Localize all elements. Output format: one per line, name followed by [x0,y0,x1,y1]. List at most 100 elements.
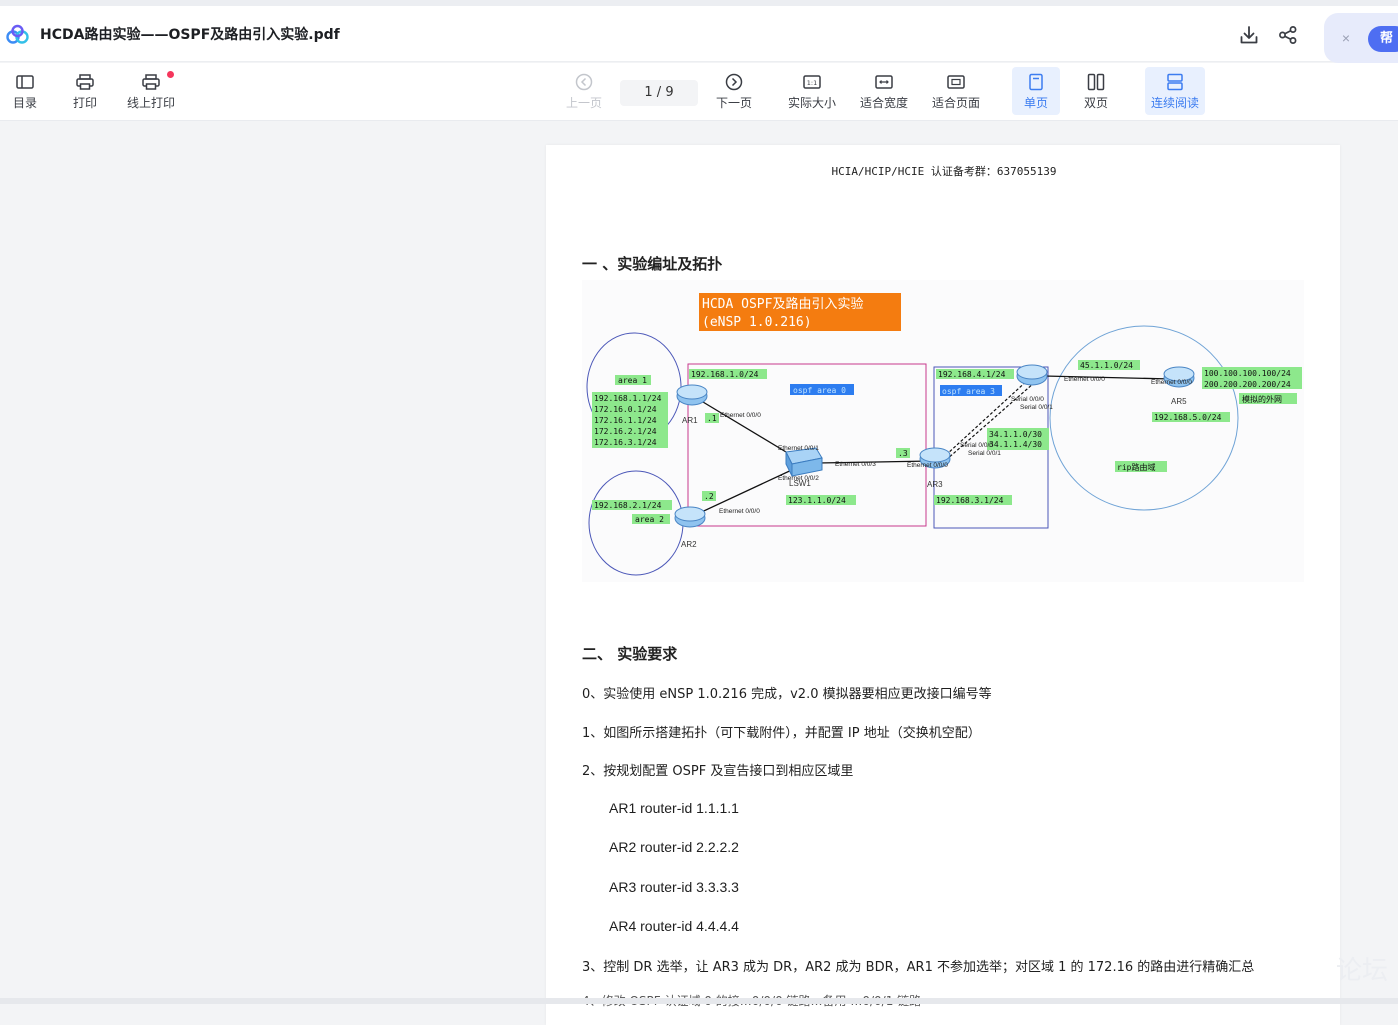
network-label: 172.16.1.1/24 [594,416,657,425]
network-label: 100.100.100.100/24 [1204,369,1291,378]
fit-width-label: 适合宽度 [859,96,908,110]
area3-label: ospf area 3 [942,387,995,396]
port-label: Ethernet 0/0/2 [778,475,819,482]
continuous-reading-label: 连续阅读 [1150,96,1199,110]
continuous-reading-icon [1167,73,1183,91]
port-label: Ethernet 0/0/0 [907,462,948,469]
download-icon[interactable] [1238,24,1260,46]
network-label: 34.1.1.0/30 [989,430,1042,439]
area1-label: area 1 [618,376,647,385]
fit-page-label: 适合页面 [931,96,980,110]
chevron-right-icon [725,73,743,91]
network-label: 192.168.3.1/24 [936,496,1004,505]
page-header: HCIA/HCIP/HCIE 认证备考群：637055139 [831,165,1057,178]
external-label: 模拟的外网 [1242,394,1282,404]
prev-page-button[interactable]: 上一页 [562,67,606,115]
actual-size-button[interactable]: 1:1 实际大小 [786,67,838,115]
chevron-left-icon [575,73,593,91]
toc-icon [16,75,34,89]
network-label: 45.1.1.0/24 [1080,361,1133,370]
node-label: AR5 [1171,397,1187,406]
print-button[interactable]: 打印 [65,67,105,115]
host-id-label: .1 [707,414,717,423]
single-page-button[interactable]: 单页 [1012,67,1060,115]
toc-button[interactable]: 目录 [5,67,45,115]
help-panel: × 帮 [1324,13,1398,63]
pdf-page: HCIA/HCIP/HCIE 认证备考群：637055139 一 、实验编址及拓… [546,145,1340,1025]
double-page-label: 双页 [1083,96,1108,110]
node-label: AR2 [681,540,697,549]
title-bar: HCDA路由实验——OSPF及路由引入实验.pdf × 帮 [0,6,1398,63]
actual-size-icon: 1:1 [803,75,821,89]
port-label: Ethernet 0/0/0 [1064,376,1105,383]
double-page-icon [1087,73,1105,91]
fit-page-button[interactable]: 适合页面 [930,67,982,115]
svg-text:1:1: 1:1 [807,79,817,87]
port-label: Ethernet 0/0/1 [778,445,819,452]
section-heading: 二、 实验要求 [582,645,678,663]
port-label: Ethernet 0/0/3 [835,461,876,468]
print-label: 打印 [72,96,97,110]
actual-size-label: 实际大小 [787,96,836,110]
area0-label: ospf area 0 [793,386,846,395]
printer-icon [142,74,160,90]
network-label: 172.16.2.1/24 [594,427,657,436]
network-label: 192.168.1.1/24 [594,394,662,403]
diagram-subtitle: (eNSP 1.0.216) [702,315,812,330]
fit-width-button[interactable]: 适合宽度 [858,67,910,115]
router-id-line: AR4 router-id 4.4.4.4 [609,918,739,934]
node-label: AR3 [927,480,943,489]
network-label: 192.168.4.1/24 [938,370,1006,379]
single-page-icon [1029,73,1043,91]
single-page-label: 单页 [1023,96,1048,110]
router-id-line: AR2 router-id 2.2.2.2 [609,839,739,855]
network-label: 200.200.200.200/24 [1204,380,1291,389]
host-id-label: .3 [898,449,908,458]
requirement-line: 1、如图所示搭建拓扑（可下载附件），并配置 IP 地址（交换机空配） [582,726,981,741]
network-topology-diagram: HCDA OSPF及路由引入实验 (eNSP 1.0.216) AR1 AR2 … [582,280,1304,582]
router-icon [676,384,708,406]
diagram-title: HCDA OSPF及路由引入实验 [702,296,863,312]
online-print-label: 线上打印 [126,96,175,110]
port-label: Serial 0/0/1 [968,450,1001,457]
share-icon[interactable] [1277,24,1299,46]
rip-label: rip路由域 [1117,462,1155,472]
printer-icon [76,74,94,90]
network-label: 192.168.1.0/24 [691,370,759,379]
page-number-input[interactable]: 1 / 9 [620,80,698,106]
requirement-line: 0、实验使用 eNSP 1.0.216 完成，v2.0 模拟器要相应更改接口编号… [582,687,992,702]
help-button[interactable]: 帮 [1368,26,1398,52]
area2-label: area 2 [635,515,664,524]
section-heading: 一 、实验编址及拓扑 [582,255,723,273]
network-label: 192.168.2.1/24 [594,501,662,510]
requirement-line: 3、控制 DR 选举，让 AR3 成为 DR，AR2 成为 BDR，AR1 不参… [582,960,1255,975]
continuous-reading-button[interactable]: 连续阅读 [1145,67,1205,115]
node-label: AR1 [682,416,698,425]
toc-label: 目录 [12,96,37,110]
port-label: Ethernet 0/0/0 [720,412,761,419]
port-label: Serial 0/0/1 [1020,404,1053,411]
app-logo-icon [6,24,29,44]
router-id-line: AR1 router-id 1.1.1.1 [609,800,739,816]
close-icon[interactable]: × [1336,28,1356,48]
fit-width-icon [875,75,893,89]
network-label: 172.16.3.1/24 [594,438,657,447]
next-page-button[interactable]: 下一页 [712,67,756,115]
router-id-line: AR3 router-id 3.3.3.3 [609,879,739,895]
notification-dot [167,71,174,78]
next-page-label: 下一页 [715,96,752,110]
watermark: 论坛 [1336,956,1389,986]
router-icon [1016,364,1048,386]
fit-page-icon [947,75,965,89]
router-icon [674,506,706,528]
document-title: HCDA路由实验——OSPF及路由引入实验.pdf [40,27,340,43]
network-label: 172.16.0.1/24 [594,405,657,414]
port-label: Serial 0/0/0 [960,442,993,449]
network-label: 34.1.1.4/30 [989,440,1042,449]
double-page-button[interactable]: 双页 [1074,67,1118,115]
prev-page-label: 上一页 [565,96,602,110]
port-label: Ethernet 0/0/0 [719,508,760,515]
port-label: Ethernet 0/0/0 [1151,379,1192,386]
bottom-strip [0,998,1398,1004]
network-label: 192.168.5.0/24 [1154,413,1222,422]
